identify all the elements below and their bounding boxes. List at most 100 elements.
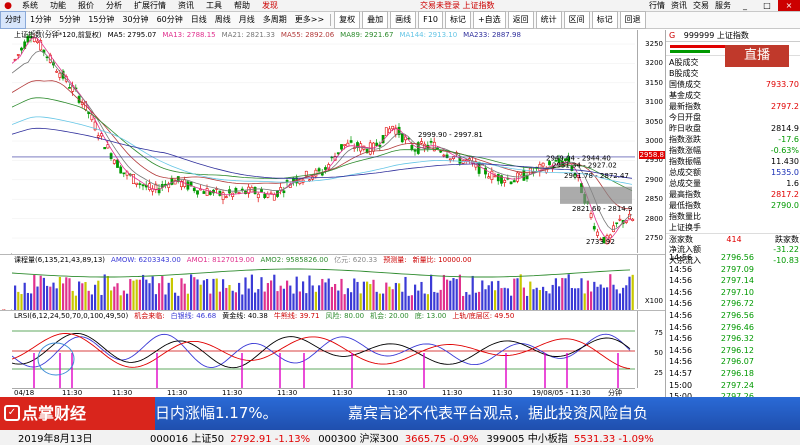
volume-bar	[302, 281, 305, 310]
period-multi[interactable]: 多周期	[259, 12, 291, 28]
quote-row: 昨日收盘 2814.9	[666, 123, 800, 134]
period-more[interactable]: 更多>>	[291, 12, 328, 28]
tool-add-favorite[interactable]: +自选	[472, 11, 506, 29]
ticker-item[interactable]: 399005 中小板指 5531.33 -1.09%	[486, 434, 653, 445]
lrsi-chart[interactable]	[12, 311, 635, 389]
period-5min[interactable]: 5分钟	[55, 12, 84, 28]
tab-info[interactable]: 资讯	[668, 0, 690, 11]
volume-bar	[532, 289, 535, 310]
quote-row-value: 7933.70	[765, 80, 799, 89]
close-icon[interactable]: ×	[778, 0, 800, 11]
minimize-icon[interactable]: _	[734, 0, 756, 11]
tick-price: 2796.32	[720, 334, 754, 344]
live-badge[interactable]: 直播	[725, 45, 789, 67]
candle-body	[272, 194, 276, 201]
volume-bar	[212, 278, 215, 310]
candle-body	[282, 190, 286, 194]
volume-bar	[116, 283, 119, 310]
volume-bar	[574, 288, 577, 310]
volume-bar	[68, 278, 71, 310]
menu-help[interactable]: 帮助	[228, 0, 256, 12]
menu-system[interactable]: 系统	[16, 0, 44, 12]
candle-body	[400, 133, 404, 143]
volume-bar	[327, 278, 330, 310]
time-axis-label: 04/18	[14, 389, 35, 397]
tab-market[interactable]: 行情	[646, 0, 668, 11]
volume-bar	[279, 285, 282, 310]
period-weekly[interactable]: 周线	[211, 12, 235, 28]
ticker-item[interactable]: 000016 上证50 2792.91 -1.13%	[150, 434, 310, 445]
lrsi-panel[interactable]: LRSI(6,12,24,50,70,0,100,49,50) 机会来临: 白银…	[0, 310, 665, 389]
candle-body	[442, 154, 446, 157]
menu-news[interactable]: 资讯	[172, 0, 200, 12]
price-scale-label: 3250	[645, 40, 663, 48]
kline-panel[interactable]: 上证指数(分钟*120,前复权) MA5: 2795.07 MA13: 2788.…	[0, 30, 665, 253]
tool-mark[interactable]: 标记	[444, 11, 471, 29]
tool-stats[interactable]: 统计	[535, 11, 562, 29]
tool-f10[interactable]: F10	[418, 11, 443, 29]
tool-overlay[interactable]: 叠加	[362, 11, 389, 29]
candle-body	[234, 187, 238, 193]
down-count-label: 跌家数	[775, 235, 799, 244]
tool-undo[interactable]: 回退	[619, 11, 646, 29]
volume-bar	[452, 278, 455, 310]
tool-label[interactable]: 标记	[591, 11, 618, 29]
tab-trade[interactable]: 交易	[690, 0, 712, 11]
period-1min[interactable]: 1分钟	[26, 12, 55, 28]
candle-body	[132, 174, 135, 184]
candle-body	[317, 168, 321, 172]
volume-bar	[513, 278, 516, 310]
app-window: ● 系统 功能 报价 分析 扩展行情 资讯 工具 帮助 发现 交易未登录 上证指…	[0, 0, 800, 445]
ma-legend-item: MA144: 2913.10	[399, 31, 458, 39]
menu-function[interactable]: 功能	[44, 0, 72, 12]
tool-adjust[interactable]: 复权	[334, 11, 361, 29]
volume-bar	[231, 290, 234, 310]
candle-body	[135, 182, 139, 185]
volume-bar	[612, 284, 615, 310]
candle-body	[496, 173, 500, 182]
menu-analysis[interactable]: 分析	[100, 0, 128, 12]
ticker-item[interactable]: 000300 沪深300 3665.75 -0.9%	[318, 434, 478, 445]
candle-body	[36, 40, 39, 43]
menu-extended[interactable]: 扩展行情	[128, 0, 172, 12]
candle-body	[141, 184, 145, 187]
lrsi-silver: 白银线: 46.68	[170, 312, 217, 320]
quote-row-value: 2790.0	[771, 201, 799, 210]
tab-service[interactable]: 服务	[712, 0, 734, 11]
tool-range[interactable]: 区间	[563, 11, 590, 29]
period-daily[interactable]: 日线	[187, 12, 211, 28]
period-monthly[interactable]: 月线	[235, 12, 259, 28]
quote-rows: A股成交 B股成交 国债成交 7933.70 基金成交 最新指数 2797.2 今日开盘 昨日收…	[666, 57, 800, 266]
candle-body	[240, 188, 244, 191]
menu-discover[interactable]: 发现	[256, 0, 284, 12]
window-buttons: 行情 资讯 交易 服务 _ □ ×	[646, 0, 800, 11]
price-scale-label: 3100	[645, 98, 663, 107]
tool-draw[interactable]: 画线	[390, 11, 417, 29]
volume-bar	[353, 278, 356, 310]
volume-bar	[244, 277, 247, 310]
candle-body	[16, 54, 20, 56]
period-60min[interactable]: 60分钟	[153, 12, 187, 28]
candle-body	[122, 172, 126, 175]
menu-tools[interactable]: 工具	[200, 0, 228, 12]
tick-list[interactable]: 14:56 2796.56 14:56 2797.09 14:56 2797.14 14:5…	[666, 252, 800, 414]
volume-panel[interactable]: 课程量(6,135,21,43,89,13) AMOW: 6203343.00 …	[0, 254, 665, 310]
kline-chart[interactable]: 3279.492999.90 - 2997.812949.04 - 2944.4…	[12, 30, 635, 253]
quote-code: 999999	[683, 31, 715, 40]
tool-back[interactable]: 返回	[507, 11, 534, 29]
time-axis-label: 11:30	[62, 389, 83, 397]
volume-bar	[583, 293, 586, 310]
quote-row-label: 指数涨跌	[669, 135, 701, 144]
period-intraday[interactable]: 分时	[0, 11, 26, 29]
candle-body	[266, 193, 270, 198]
period-30min[interactable]: 30分钟	[118, 12, 152, 28]
window-title: 交易未登录 上证指数	[420, 0, 495, 10]
period-15min[interactable]: 15分钟	[84, 12, 118, 28]
price-scale: 3250 3200 3150 3100 3050 3000 2950 2900 2850 2800…	[637, 30, 665, 253]
volume-bar	[417, 290, 420, 310]
volume-bar	[145, 279, 148, 310]
maximize-icon[interactable]: □	[756, 0, 778, 11]
volume-bar	[606, 287, 609, 310]
menu-quote[interactable]: 报价	[72, 0, 100, 12]
brand-icon: ✓	[4, 405, 20, 421]
